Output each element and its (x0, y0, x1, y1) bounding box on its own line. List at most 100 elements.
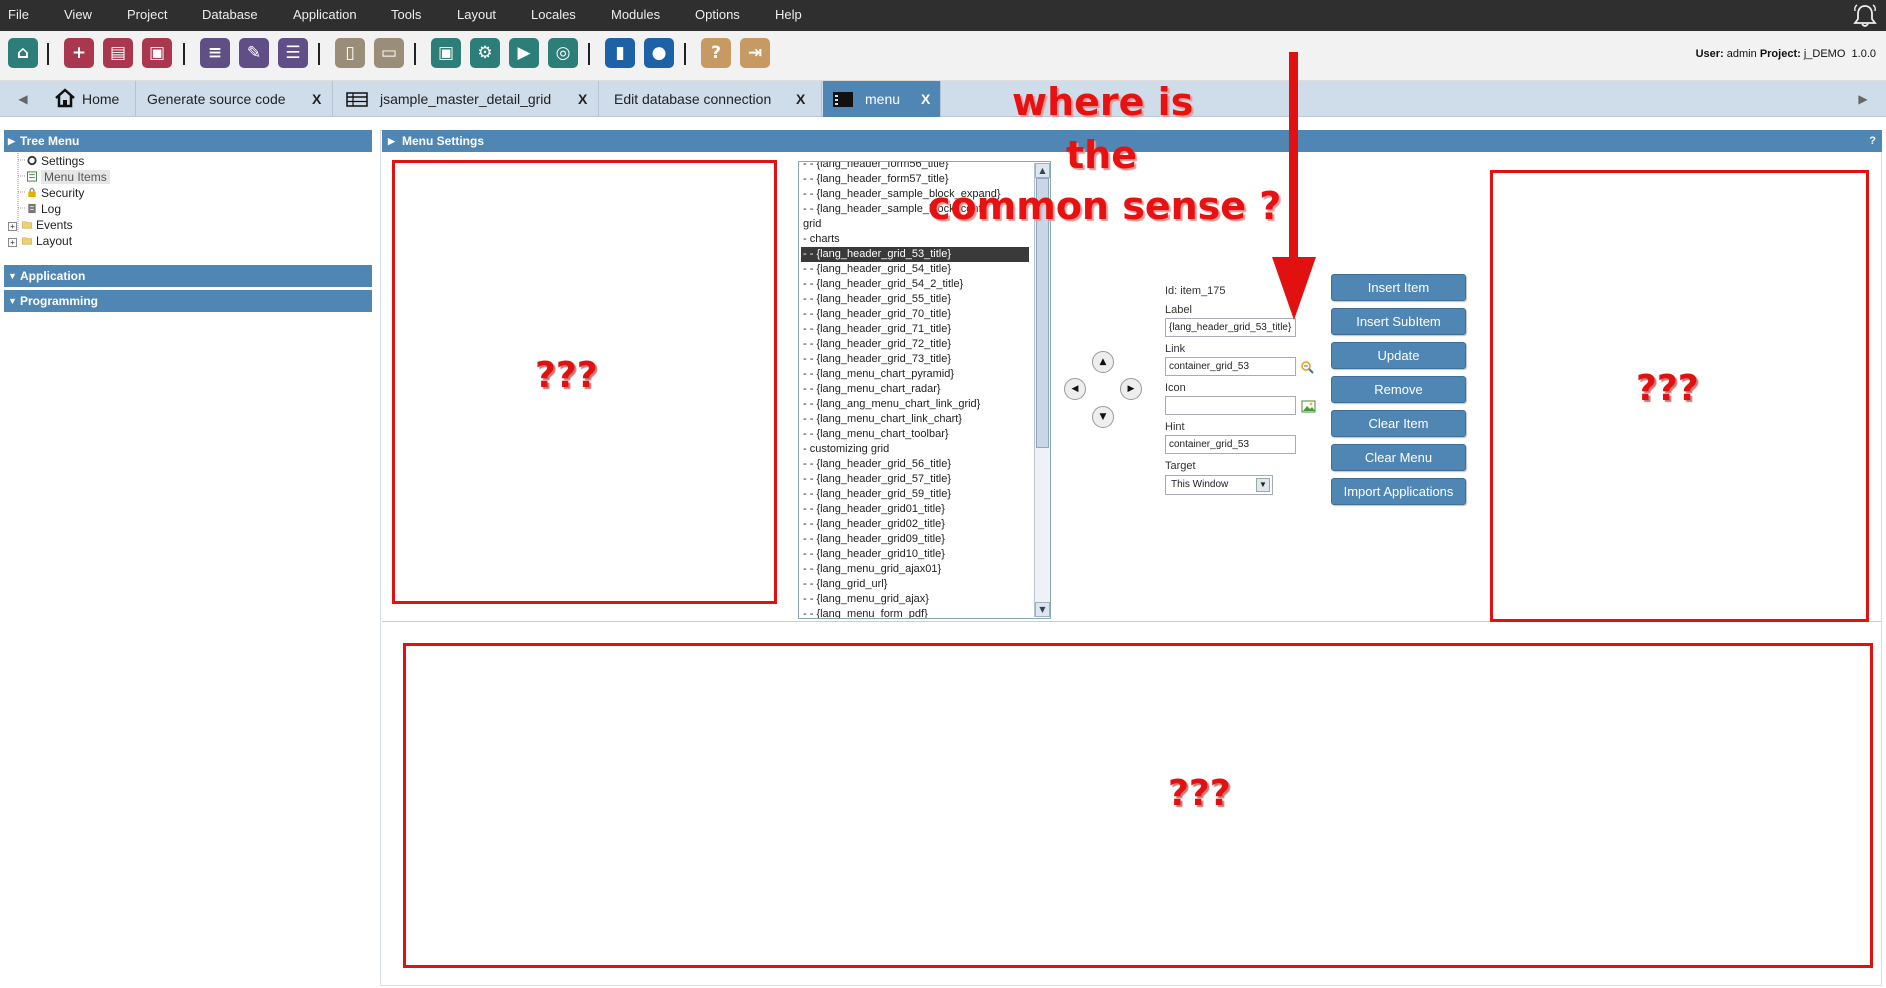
menu-list-item[interactable]: - - {lang_header_grid_53_title} (801, 247, 1029, 262)
move-up-button[interactable]: ▲ (1092, 351, 1114, 373)
expand-icon[interactable]: + (8, 222, 17, 231)
tree-item-security[interactable]: Security (26, 185, 84, 201)
document-icon[interactable]: ▯ (335, 38, 365, 68)
menu-list-item[interactable]: - - {lang_header_grid09_title} (803, 532, 1029, 547)
tab-menu[interactable]: menu X (823, 81, 941, 117)
menu-file[interactable]: File (8, 0, 29, 31)
menu-list-item[interactable]: - - {lang_header_grid_54_2_title} (803, 277, 1029, 292)
menu-list-item[interactable]: - - {lang_menu_chart_pyramid} (803, 367, 1029, 382)
tree-item-layout[interactable]: + Layout (8, 233, 72, 249)
edit-form-icon[interactable]: ✎ (239, 38, 269, 68)
menu-list-item[interactable]: - - {lang_header_grid_71_title} (803, 322, 1029, 337)
menu-list-item[interactable]: - - {lang_header_grid_70_title} (803, 307, 1029, 322)
menu-list-item[interactable]: - - {lang_header_form56_title} (803, 162, 1029, 172)
tree-item-events[interactable]: + Events (8, 217, 73, 233)
close-tab-icon[interactable]: X (312, 81, 321, 117)
new-form-icon[interactable]: ≡ (200, 38, 230, 68)
menu-modules[interactable]: Modules (611, 0, 660, 31)
menu-list-item[interactable]: - - {lang_header_grid10_title} (803, 547, 1029, 562)
clear-item-button[interactable]: Clear Item (1331, 410, 1466, 437)
menu-locales[interactable]: Locales (531, 0, 576, 31)
deploy-icon[interactable]: ◎ (548, 38, 578, 68)
link-lookup-icon[interactable] (1300, 360, 1315, 375)
application-list-icon[interactable]: ▣ (142, 38, 172, 68)
menu-list-item[interactable]: - - {lang_menu_grid_ajax} (803, 592, 1029, 607)
tab-scroll-right-icon[interactable]: ▶ (1848, 81, 1878, 117)
update-button[interactable]: Update (1331, 342, 1466, 369)
close-tab-icon[interactable]: X (921, 81, 930, 117)
menu-list-item[interactable]: - - {lang_ang_menu_chart_link_grid} (803, 397, 1029, 412)
scroll-down-icon[interactable]: ▼ (1035, 602, 1050, 617)
menu-list-item[interactable]: - charts (803, 232, 1029, 247)
menu-tools[interactable]: Tools (391, 0, 421, 31)
language-icon[interactable]: ● (644, 38, 674, 68)
menu-view[interactable]: View (64, 0, 92, 31)
menu-list-item[interactable]: - - {lang_header_grid_72_title} (803, 337, 1029, 352)
programming-header[interactable]: ▼ Programming (4, 290, 372, 312)
move-right-button[interactable]: ▶ (1120, 378, 1142, 400)
icon-input[interactable] (1165, 396, 1296, 415)
remove-button[interactable]: Remove (1331, 376, 1466, 403)
tab-scroll-left-icon[interactable]: ◀ (8, 81, 38, 117)
new-application-icon[interactable]: + (64, 38, 94, 68)
menu-list-item[interactable]: - customizing grid (803, 442, 1029, 457)
menu-list-item[interactable]: - - {lang_menu_chart_radar} (803, 382, 1029, 397)
clear-menu-button[interactable]: Clear Menu (1331, 444, 1466, 471)
image-picker-icon[interactable] (1301, 399, 1316, 414)
menu-database[interactable]: Database (202, 0, 258, 31)
menu-project[interactable]: Project (127, 0, 167, 31)
exit-icon[interactable]: ⇥ (740, 38, 770, 68)
menu-layout[interactable]: Layout (457, 0, 496, 31)
scroll-up-icon[interactable]: ▲ (1035, 163, 1050, 178)
insert-subitem-button[interactable]: Insert SubItem (1331, 308, 1466, 335)
open-application-icon[interactable]: ▤ (103, 38, 133, 68)
menu-options[interactable]: Options (695, 0, 740, 31)
menu-list-item[interactable]: - - {lang_header_grid_59_title} (803, 487, 1029, 502)
menu-list-item[interactable]: - - {lang_header_grid01_title} (803, 502, 1029, 517)
expand-icon[interactable]: + (8, 238, 17, 247)
menu-list-item[interactable]: - - {lang_menu_chart_toolbar} (803, 427, 1029, 442)
menu-list-scrollbar[interactable]: ▲ ▼ (1034, 163, 1050, 617)
import-applications-button[interactable]: Import Applications (1331, 478, 1466, 505)
settings-icon[interactable]: ⚙ (470, 38, 500, 68)
menu-application[interactable]: Application (293, 0, 357, 31)
tree-item-settings[interactable]: Settings (26, 153, 84, 169)
target-select[interactable]: This Window ▼ (1165, 475, 1273, 495)
close-tab-icon[interactable]: X (796, 81, 805, 117)
tab-jsample-master-detail-grid[interactable]: jsample_master_detail_grid X (334, 81, 599, 117)
hint-input[interactable]: container_grid_53 (1165, 435, 1296, 454)
tree-item-log[interactable]: Log (26, 201, 61, 217)
menu-list-item[interactable]: - - {lang_header_grid_55_title} (803, 292, 1029, 307)
menu-list-item[interactable]: - - {lang_grid_url} (803, 577, 1029, 592)
link-input[interactable]: container_grid_53 (1165, 357, 1296, 376)
application-header[interactable]: ▼ Application (4, 265, 372, 287)
move-down-button[interactable]: ▼ (1092, 406, 1114, 428)
move-left-button[interactable]: ◀ (1064, 378, 1086, 400)
menu-list-item[interactable]: - - {lang_header_grid_57_title} (803, 472, 1029, 487)
notification-bell-icon[interactable] (1852, 3, 1878, 29)
menu-help[interactable]: Help (775, 0, 802, 31)
insert-item-button[interactable]: Insert Item (1331, 274, 1466, 301)
menu-items-list[interactable]: - - {lang_header_form56_title} - - {lang_… (798, 161, 1051, 619)
help-question-icon[interactable]: ? (1869, 130, 1876, 152)
menu-list-item[interactable]: - - {lang_menu_chart_link_chart} (803, 412, 1029, 427)
run-icon[interactable]: ▶ (509, 38, 539, 68)
book-icon[interactable]: ▮ (605, 38, 635, 68)
help-icon[interactable]: ? (701, 38, 731, 68)
menu-list-item[interactable]: - - {lang_header_grid_54_title} (803, 262, 1029, 277)
menu-list-item[interactable]: - - {lang_header_grid02_title} (803, 517, 1029, 532)
home-icon[interactable]: ⌂ (8, 38, 38, 68)
tree-item-menu-items[interactable]: Menu Items (26, 169, 110, 185)
tab-generate-source-code[interactable]: Generate source code X (137, 81, 333, 117)
database-icon[interactable]: ☰ (278, 38, 308, 68)
tab-edit-database-connection[interactable]: Edit database connection X (600, 81, 822, 117)
tree-menu-header[interactable]: ▶ Tree Menu (4, 130, 372, 152)
tab-home[interactable]: Home (46, 81, 136, 117)
menu-list-item[interactable]: - - {lang_header_grid_56_title} (803, 457, 1029, 472)
save-icon[interactable]: ▣ (431, 38, 461, 68)
menu-list-item[interactable]: - - {lang_header_grid_73_title} (803, 352, 1029, 367)
menu-list-item[interactable]: - - {lang_menu_grid_ajax01} (803, 562, 1029, 577)
documents-icon[interactable]: ▭ (374, 38, 404, 68)
close-tab-icon[interactable]: X (578, 81, 587, 117)
menu-list-item[interactable]: - - {lang_menu_form_pdf} (803, 607, 1029, 618)
